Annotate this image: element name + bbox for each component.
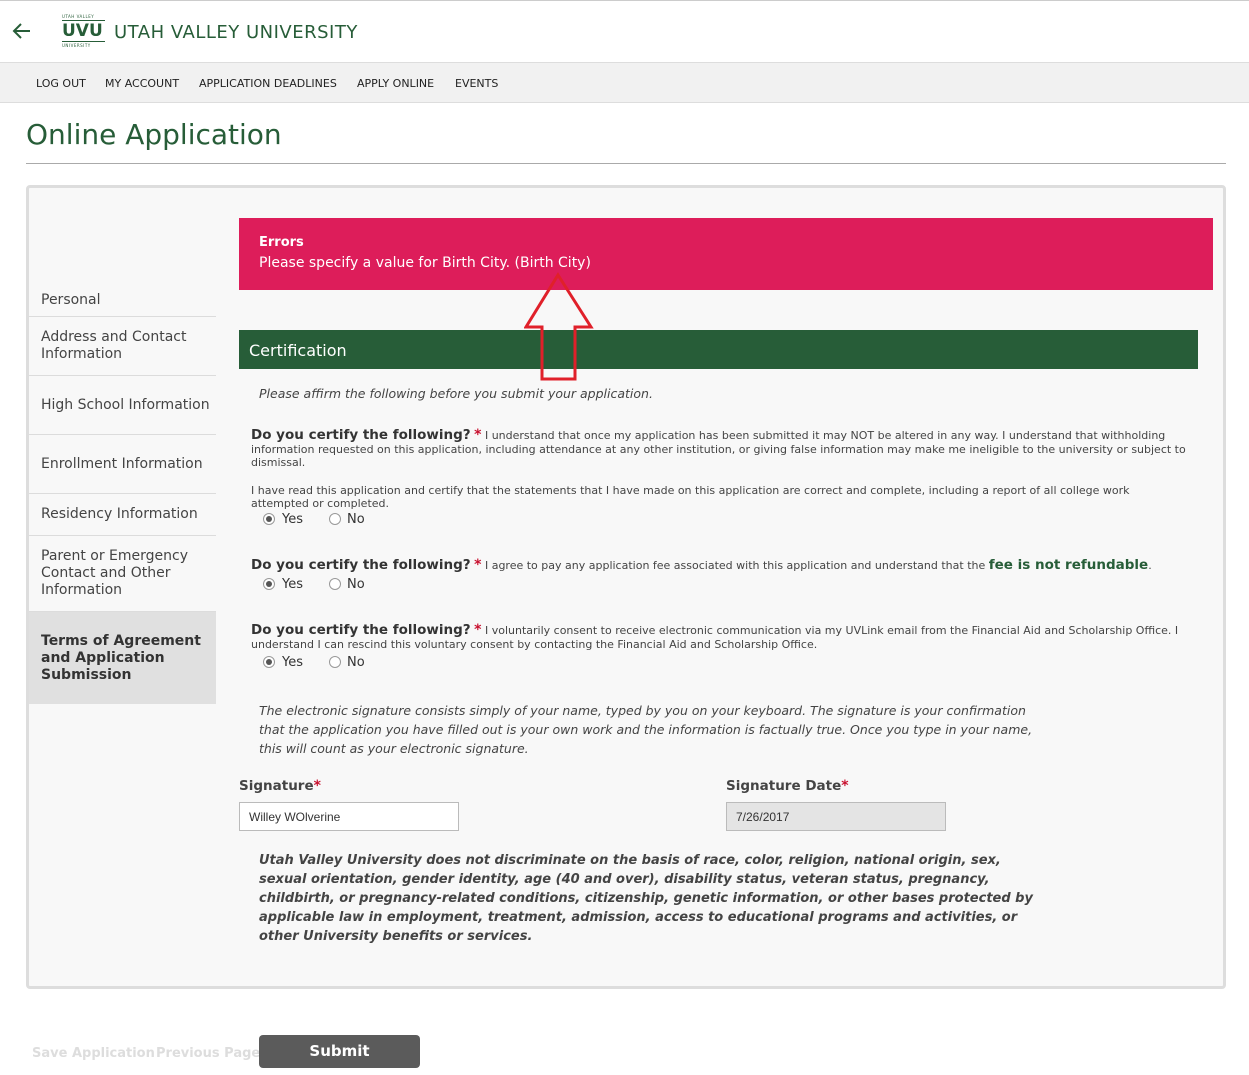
- radio-label: No: [347, 577, 365, 592]
- certify-question-1: Do you certify the following? * I unders…: [251, 427, 1186, 470]
- sidebar-item-personal[interactable]: Personal: [29, 284, 216, 317]
- nondiscrimination-disclaimer: Utah Valley University does not discrimi…: [259, 853, 1033, 944]
- annotation-arrow-icon: [524, 272, 594, 381]
- signature-label-text: Signature: [239, 778, 314, 794]
- previous-page-button[interactable]: Previous Page: [156, 1046, 260, 1061]
- radio-label: Yes: [282, 512, 303, 527]
- submit-application-button[interactable]: Submit Application: [259, 1035, 420, 1068]
- signature-date-label-text: Signature Date: [726, 778, 842, 794]
- error-banner: Errors Please specify a value for Birth …: [239, 218, 1213, 290]
- certify-question-1-extra: I have read this application and certify…: [251, 484, 1130, 510]
- logo-mark: UVU: [62, 21, 103, 41]
- nav-application-deadlines[interactable]: APPLICATION DEADLINES: [199, 77, 337, 90]
- error-message[interactable]: Please specify a value for Birth City. (…: [259, 255, 591, 271]
- logo-top-text: UTAH VALLEY: [62, 14, 95, 19]
- question-text-end: .: [1148, 559, 1152, 572]
- signature-label: Signature*: [239, 778, 321, 794]
- sidebar-item-parent-emergency[interactable]: Parent or Emergency Contact and Other In…: [29, 536, 216, 612]
- certification-intro: Please affirm the following before you s…: [259, 386, 653, 401]
- radio-q3-yes[interactable]: [263, 656, 275, 668]
- required-mark: *: [474, 557, 482, 573]
- radio-q3-no[interactable]: [329, 656, 341, 668]
- question-prompt: Do you certify the following?: [251, 622, 471, 638]
- nav-log-out[interactable]: LOG OUT: [36, 77, 86, 90]
- radio-label: No: [347, 655, 365, 670]
- required-mark: *: [474, 427, 482, 443]
- certification-header: Certification: [239, 330, 1198, 369]
- sidebar-item-enrollment[interactable]: Enrollment Information: [29, 435, 216, 494]
- logo-bottom-text: UNIVERSITY: [62, 43, 91, 48]
- radio-label: Yes: [282, 655, 303, 670]
- uvu-logo[interactable]: UTAH VALLEY UVU UNIVERSITY: [62, 14, 106, 50]
- signature-date-label: Signature Date*: [726, 778, 849, 794]
- signature-input[interactable]: [239, 802, 459, 831]
- sidebar-item-residency[interactable]: Residency Information: [29, 494, 216, 536]
- question-text: I agree to pay any application fee assoc…: [484, 559, 986, 572]
- top-header: UTAH VALLEY UVU UNIVERSITY UTAH VALLEY U…: [0, 0, 1249, 62]
- error-title: Errors: [259, 235, 304, 250]
- required-mark: *: [313, 778, 321, 794]
- title-divider: [26, 163, 1226, 164]
- radio-q2-yes[interactable]: [263, 578, 275, 590]
- fee-not-refundable-text: fee is not refundable: [988, 557, 1149, 573]
- required-mark: *: [474, 622, 482, 638]
- nav-events[interactable]: EVENTS: [455, 77, 498, 90]
- sidebar-item-terms-submission[interactable]: Terms of Agreement and Application Submi…: [29, 612, 216, 704]
- radio-q1-no[interactable]: [329, 513, 341, 525]
- sidebar-item-high-school[interactable]: High School Information: [29, 376, 216, 435]
- sidebar-item-address-contact[interactable]: Address and Contact Information: [29, 317, 216, 376]
- nav-my-account[interactable]: MY ACCOUNT: [105, 77, 179, 90]
- certify-question-3: Do you certify the following? * I volunt…: [251, 622, 1186, 651]
- question-prompt: Do you certify the following?: [251, 557, 471, 573]
- nav-apply-online[interactable]: APPLY ONLINE: [357, 77, 434, 90]
- signature-note: The electronic signature consists simply…: [259, 703, 1033, 756]
- page-title: Online Application: [26, 118, 282, 151]
- logo-divider: [62, 41, 105, 42]
- radio-q2-no[interactable]: [329, 578, 341, 590]
- required-mark: *: [841, 778, 849, 794]
- certify-question-2: Do you certify the following? * I agree …: [251, 557, 1186, 573]
- question-prompt: Do you certify the following?: [251, 427, 471, 443]
- brand-name[interactable]: UTAH VALLEY UNIVERSITY: [114, 22, 358, 43]
- save-application-button[interactable]: Save Application: [32, 1046, 155, 1061]
- arrow-left-icon[interactable]: [10, 19, 34, 43]
- signature-date-input: [726, 802, 946, 831]
- radio-label: No: [347, 512, 365, 527]
- radio-q1-yes[interactable]: [263, 513, 275, 525]
- sidebar-nav: Personal Address and Contact Information…: [29, 284, 216, 704]
- radio-label: Yes: [282, 577, 303, 592]
- main-nav: LOG OUT MY ACCOUNT APPLICATION DEADLINES…: [0, 62, 1249, 103]
